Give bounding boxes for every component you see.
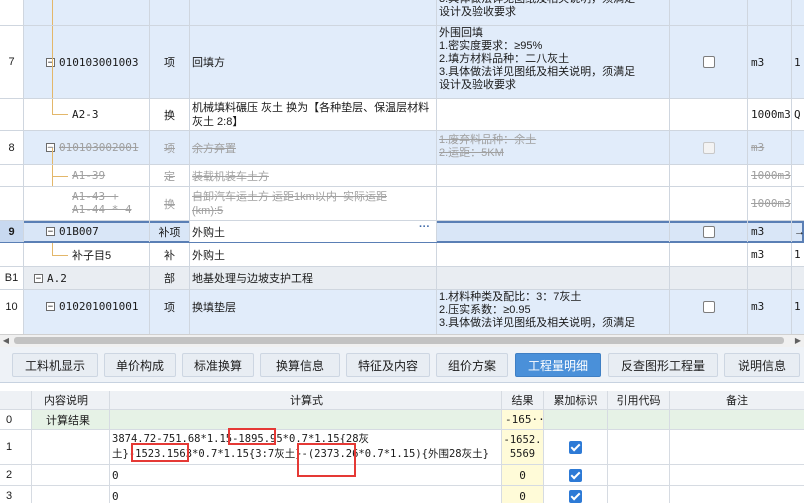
bill-grid: 3.具体做法详见图纸及相关说明，须满足 设计及验收要求 7 − 01010300… <box>0 0 804 334</box>
collapse-icon[interactable]: − <box>46 302 55 312</box>
table-row[interactable]: A1-43 + A1-44 * 4 换 自卸汽车运土方 运距1km以内 实际运距… <box>0 187 804 221</box>
tab-conversion-info[interactable]: 换算信息 <box>260 353 340 377</box>
item-code: A2-3 <box>72 108 99 121</box>
item-name: 外购土 <box>192 226 225 239</box>
collapse-icon[interactable]: − <box>46 227 55 237</box>
quantity-detail-table: 内容说明 计算式 结果 累加标识 引用代码 备注 0 计算结果 -165··· … <box>0 383 804 503</box>
table-row[interactable]: 1 3874.72-751.68*1.15-1895.95*0.7*1.15{2… <box>0 430 804 465</box>
tab-quantity-detail[interactable]: 工程量明细 <box>515 353 601 377</box>
collapse-icon[interactable]: − <box>46 57 55 67</box>
table-row[interactable]: A1-39 定 装载机装车土方 1000m3 <box>0 165 804 187</box>
highlight-annotation <box>131 443 189 462</box>
item-name[interactable]: 机械填料碾压 灰土 换为【各种垫层、保温层材料 灰土 2:8】 <box>190 99 437 130</box>
highlight-annotation <box>297 443 356 477</box>
scroll-thumb[interactable] <box>14 337 784 344</box>
item-unit: m3 <box>748 26 792 98</box>
row-index <box>0 0 24 25</box>
table-row-selected[interactable]: 9 − 01B007 补项 外购土 ··· m3 → <box>0 221 804 243</box>
table-row[interactable]: A2-3 换 机械填料碾压 灰土 换为【各种垫层、保温层材料 灰土 2:8】 1… <box>0 99 804 131</box>
tab-features[interactable]: 特征及内容 <box>346 353 430 377</box>
table-row[interactable]: 7 − 010103001003 项 回填方 外围回填 1.密实度要求：≥95%… <box>0 26 804 99</box>
tab-labor-material-machine[interactable]: 工料机显示 <box>12 353 98 377</box>
table-row[interactable]: 3 0 0 <box>0 486 804 503</box>
tab-description[interactable]: 说明信息 <box>724 353 800 377</box>
more-options-icon[interactable]: ··· <box>419 221 430 233</box>
table-row[interactable]: 8 − 010103002001 项 余方弃置 1.废弃料品种：余土 2.运距：… <box>0 131 804 165</box>
table-row[interactable]: 补子目5 补 外购土 m3 1 <box>0 243 804 267</box>
table-row-section[interactable]: B1 − A.2 部 地基处理与边坡支护工程 <box>0 267 804 290</box>
tab-reverse-graphic[interactable]: 反查图形工程量 <box>608 353 718 377</box>
item-code: 010103002001 <box>59 141 139 154</box>
detail-tab-bar: 工料机显示 单价构成 标准换算 换算信息 特征及内容 组价方案 工程量明细 反查… <box>0 347 804 383</box>
accumulate-checkbox[interactable] <box>569 489 582 503</box>
row-checkbox[interactable] <box>702 300 715 313</box>
table-row[interactable]: 0 计算结果 -165··· <box>0 410 804 430</box>
item-type: 项 <box>150 26 190 98</box>
row-checkbox[interactable] <box>702 225 715 238</box>
table-row[interactable]: 10 − 010201001001 项 换填垫层 1.材料种类及配比：3：7灰土… <box>0 290 804 334</box>
scroll-left-icon[interactable]: ◀ <box>0 335 12 347</box>
collapse-icon[interactable]: − <box>34 273 43 283</box>
item-code: 010103001003 <box>59 55 139 69</box>
horizontal-scrollbar[interactable]: ◀ ▶ <box>0 334 804 347</box>
tab-standard-conversion[interactable]: 标准换算 <box>182 353 254 377</box>
table-row[interactable]: 3.具体做法详见图纸及相关说明，须满足 设计及验收要求 <box>0 0 804 26</box>
table-header: 内容说明 计算式 结果 累加标识 引用代码 备注 <box>0 391 804 410</box>
item-code: 01B007 <box>59 225 99 238</box>
row-checkbox[interactable] <box>702 56 715 68</box>
table-row[interactable]: 2 0 0 <box>0 465 804 486</box>
row-checkbox[interactable] <box>702 141 715 154</box>
feature-text: 3.具体做法详见图纸及相关说明，须满足 设计及验收要求 <box>437 0 670 25</box>
item-name[interactable]: 回填方 <box>190 26 437 98</box>
highlight-annotation <box>228 428 276 445</box>
scroll-right-icon[interactable]: ▶ <box>792 335 804 347</box>
tab-pricing-scheme[interactable]: 组价方案 <box>436 353 508 377</box>
collapse-icon[interactable]: − <box>46 143 55 153</box>
accumulate-checkbox[interactable] <box>569 468 582 482</box>
tab-unit-price[interactable]: 单价构成 <box>104 353 176 377</box>
accumulate-checkbox[interactable] <box>569 440 582 454</box>
row-index: 7 <box>0 26 24 98</box>
feature-text[interactable]: 外围回填 1.密实度要求：≥95% 2.填方材料品种：二八灰土 3.具体做法详见… <box>437 26 670 98</box>
